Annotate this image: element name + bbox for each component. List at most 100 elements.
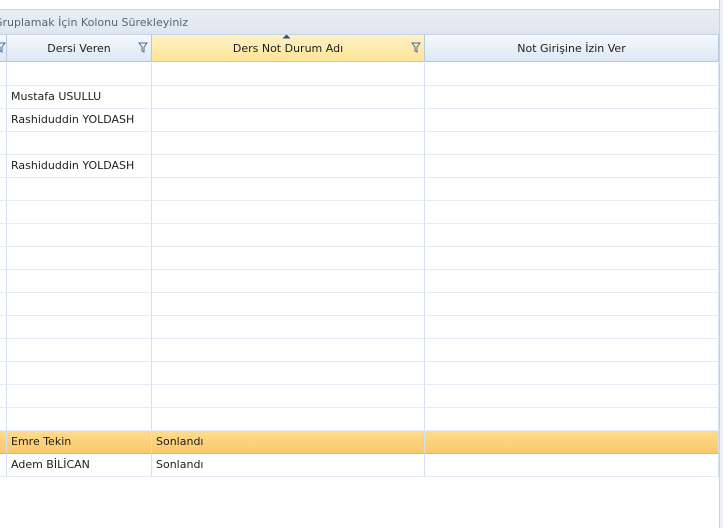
cell-ders-not-durum-adi[interactable] <box>152 132 425 155</box>
cell-ders-not-durum-adi[interactable]: Sonlandı <box>152 454 425 477</box>
cell-ders-not-durum-adi[interactable] <box>152 385 425 408</box>
group-by-panel[interactable]: Gruplamak İçin Kolonu Sürekleyiniz <box>0 10 719 35</box>
cell-not-girisine-izin-ver[interactable] <box>425 408 719 431</box>
table-row[interactable]: Emre Tekin Sonlandı <box>0 431 719 454</box>
table-row[interactable]: Rashiduddin YOLDASH <box>0 109 719 132</box>
table-row[interactable]: Mustafa USULLU <box>0 86 719 109</box>
cell-not-girisine-izin-ver[interactable] <box>425 155 719 178</box>
cell-ders-not-durum-adi[interactable] <box>152 408 425 431</box>
cell-ders-not-durum-adi[interactable] <box>152 109 425 132</box>
cell-ders-not-durum-adi[interactable] <box>152 293 425 316</box>
cell-ders-not-durum-adi[interactable] <box>152 178 425 201</box>
cell-not-girisine-izin-ver[interactable] <box>425 132 719 155</box>
table-row[interactable] <box>0 270 719 293</box>
row-indicator-cell[interactable] <box>0 408 7 431</box>
cell-not-girisine-izin-ver[interactable] <box>425 178 719 201</box>
cell-not-girisine-izin-ver[interactable] <box>425 201 719 224</box>
cell-dersi-veren[interactable] <box>7 132 152 155</box>
cell-not-girisine-izin-ver[interactable] <box>425 86 719 109</box>
cell-ders-not-durum-adi[interactable] <box>152 86 425 109</box>
row-indicator-cell[interactable] <box>0 247 7 270</box>
cell-not-girisine-izin-ver[interactable] <box>425 431 719 454</box>
filter-icon[interactable] <box>411 42 421 53</box>
cell-not-girisine-izin-ver[interactable] <box>425 224 719 247</box>
cell-dersi-veren[interactable] <box>7 178 152 201</box>
cell-ders-not-durum-adi[interactable]: Sonlandı <box>152 431 425 454</box>
row-indicator-cell[interactable] <box>0 155 7 178</box>
table-row[interactable] <box>0 201 719 224</box>
cell-dersi-veren[interactable] <box>7 63 152 86</box>
column-header-not-girisine-izin-ver[interactable]: Not Girişine İzin Ver <box>425 35 719 62</box>
filter-icon[interactable] <box>0 42 6 53</box>
cell-ders-not-durum-adi[interactable] <box>152 155 425 178</box>
row-indicator-cell[interactable] <box>0 86 7 109</box>
cell-ders-not-durum-adi[interactable] <box>152 63 425 86</box>
row-indicator-cell[interactable] <box>0 63 7 86</box>
row-indicator-cell[interactable] <box>0 178 7 201</box>
column-header-dersi-veren[interactable]: Dersi Veren <box>7 35 152 62</box>
cell-not-girisine-izin-ver[interactable] <box>425 316 719 339</box>
row-indicator-cell[interactable] <box>0 454 7 477</box>
cell-not-girisine-izin-ver[interactable] <box>425 63 719 86</box>
cell-not-girisine-izin-ver[interactable] <box>425 109 719 132</box>
cell-not-girisine-izin-ver[interactable] <box>425 270 719 293</box>
table-row[interactable] <box>0 362 719 385</box>
table-row[interactable] <box>0 316 719 339</box>
table-row[interactable] <box>0 63 719 86</box>
column-header-indicator[interactable] <box>0 35 7 62</box>
row-indicator-cell[interactable] <box>0 431 7 454</box>
row-indicator-cell[interactable] <box>0 132 7 155</box>
row-indicator-cell[interactable] <box>0 339 7 362</box>
cell-ders-not-durum-adi[interactable] <box>152 224 425 247</box>
table-row[interactable] <box>0 224 719 247</box>
cell-not-girisine-izin-ver[interactable] <box>425 385 719 408</box>
row-indicator-cell[interactable] <box>0 362 7 385</box>
cell-dersi-veren[interactable]: Rashiduddin YOLDASH <box>7 155 152 178</box>
table-row[interactable] <box>0 132 719 155</box>
cell-dersi-veren[interactable] <box>7 201 152 224</box>
row-indicator-cell[interactable] <box>0 316 7 339</box>
cell-dersi-veren[interactable] <box>7 270 152 293</box>
cell-dersi-veren[interactable] <box>7 224 152 247</box>
table-row[interactable] <box>0 293 719 316</box>
cell-dersi-veren[interactable] <box>7 362 152 385</box>
cell-dersi-veren[interactable]: Rashiduddin YOLDASH <box>7 109 152 132</box>
column-header-label: Dersi Veren <box>47 42 111 55</box>
cell-dersi-veren[interactable] <box>7 316 152 339</box>
cell-dersi-veren[interactable]: Mustafa USULLU <box>7 86 152 109</box>
cell-dersi-veren[interactable] <box>7 339 152 362</box>
table-row[interactable]: Rashiduddin YOLDASH <box>0 155 719 178</box>
cell-not-girisine-izin-ver[interactable] <box>425 293 719 316</box>
cell-dersi-veren[interactable] <box>7 385 152 408</box>
cell-ders-not-durum-adi[interactable] <box>152 201 425 224</box>
row-indicator-cell[interactable] <box>0 385 7 408</box>
row-indicator-cell[interactable] <box>0 109 7 132</box>
cell-not-girisine-izin-ver[interactable] <box>425 339 719 362</box>
cell-dersi-veren[interactable] <box>7 293 152 316</box>
table-row[interactable] <box>0 408 719 431</box>
cell-dersi-veren[interactable] <box>7 247 152 270</box>
cell-ders-not-durum-adi[interactable] <box>152 270 425 293</box>
cell-dersi-veren[interactable] <box>7 408 152 431</box>
cell-ders-not-durum-adi[interactable] <box>152 247 425 270</box>
cell-dersi-veren[interactable]: Adem BİLİCAN <box>7 454 152 477</box>
row-indicator-cell[interactable] <box>0 293 7 316</box>
table-row[interactable] <box>0 385 719 408</box>
row-indicator-cell[interactable] <box>0 201 7 224</box>
table-row[interactable] <box>0 178 719 201</box>
cell-ders-not-durum-adi[interactable] <box>152 316 425 339</box>
cell-not-girisine-izin-ver[interactable] <box>425 247 719 270</box>
cell-dersi-veren[interactable]: Emre Tekin <box>7 431 152 454</box>
table-row[interactable] <box>0 339 719 362</box>
cell-ders-not-durum-adi[interactable] <box>152 362 425 385</box>
table-row[interactable] <box>0 247 719 270</box>
cell-ders-not-durum-adi[interactable] <box>152 339 425 362</box>
row-indicator-cell[interactable] <box>0 270 7 293</box>
filter-icon[interactable] <box>138 42 148 53</box>
cell-not-girisine-izin-ver[interactable] <box>425 362 719 385</box>
table-row[interactable]: Adem BİLİCAN Sonlandı <box>0 454 719 477</box>
cell-not-girisine-izin-ver[interactable] <box>425 454 719 477</box>
row-indicator-cell[interactable] <box>0 224 7 247</box>
grid-header: Dersi Veren Ders Not Durum Adı Not Giriş… <box>0 34 719 62</box>
column-header-ders-not-durum-adi[interactable]: Ders Not Durum Adı <box>152 34 425 62</box>
